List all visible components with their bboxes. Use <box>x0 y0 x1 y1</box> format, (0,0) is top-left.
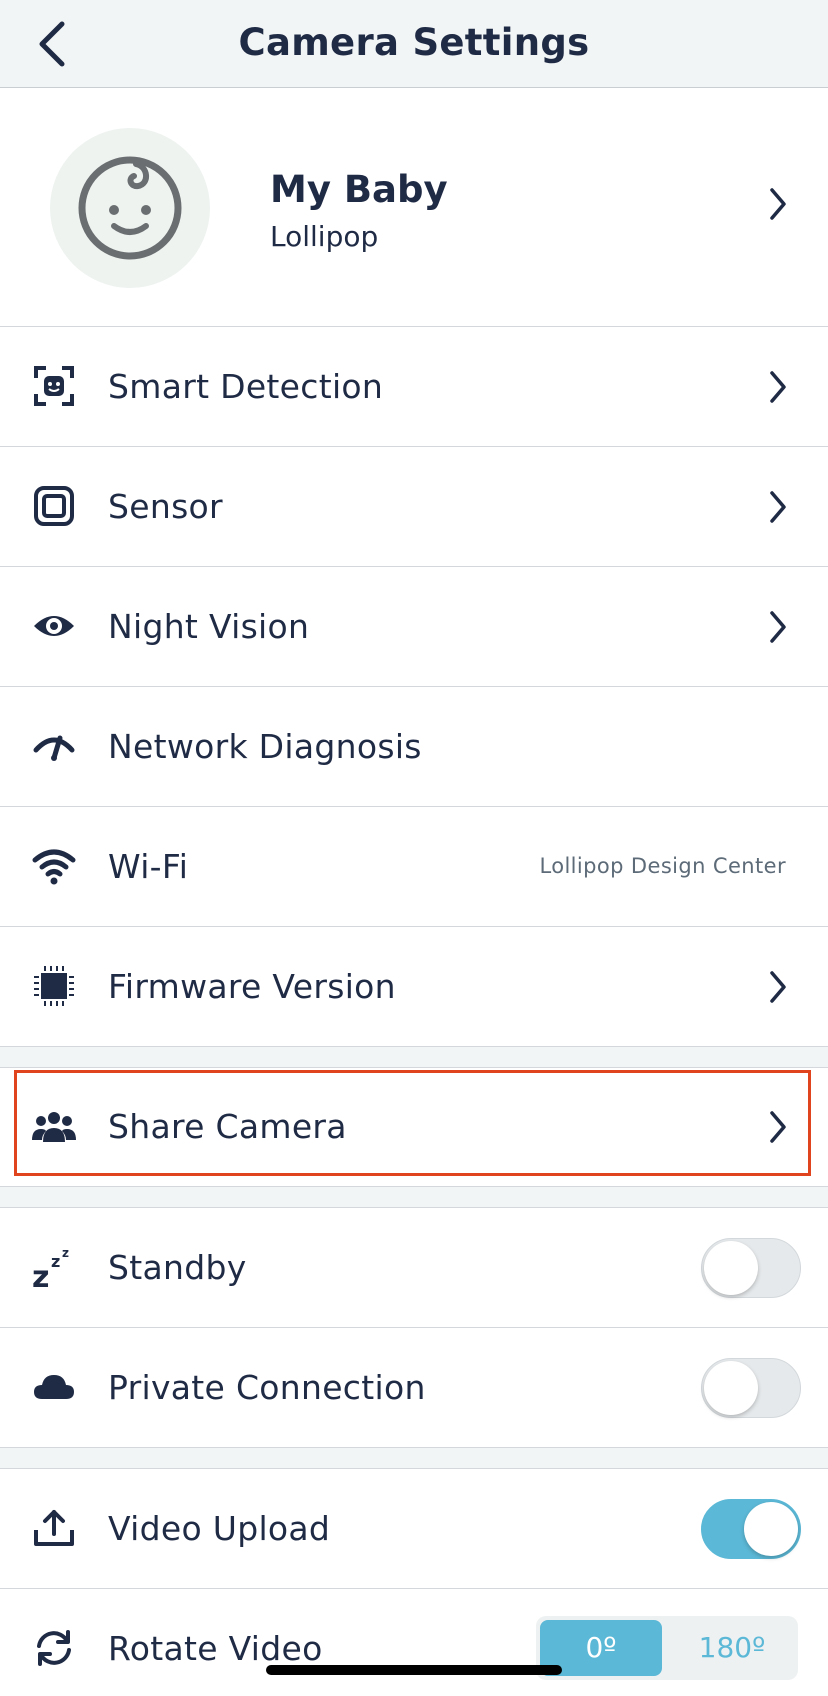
section-gap <box>0 1046 828 1068</box>
nav-header: Camera Settings <box>0 0 828 88</box>
row-private-connection: Private Connection <box>0 1328 828 1447</box>
chevron-right-icon <box>770 188 786 220</box>
avatar <box>50 128 210 288</box>
upload-icon <box>32 1506 76 1550</box>
row-label: Standby <box>108 1248 247 1287</box>
face-scan-icon <box>32 364 76 408</box>
chevron-right-icon <box>770 971 786 1003</box>
rotate-icon <box>32 1626 76 1670</box>
row-rotate-video: Rotate Video 0º 180º <box>0 1589 828 1696</box>
toggle-knob <box>704 1361 758 1415</box>
speed-gauge-icon <box>32 724 76 768</box>
row-standby: z z z Standby <box>0 1208 828 1327</box>
cloud-icon <box>32 1365 76 1409</box>
row-sensor[interactable]: Sensor <box>0 447 828 566</box>
svg-text:z: z <box>62 1246 69 1260</box>
chevron-right-icon <box>770 1111 786 1143</box>
section-gap <box>0 1447 828 1469</box>
row-firmware-version[interactable]: Firmware Version <box>0 927 828 1046</box>
zzz-icon: z z z <box>32 1245 76 1289</box>
baby-face-icon <box>78 156 182 260</box>
chevron-right-icon <box>770 371 786 403</box>
row-video-upload: Video Upload <box>0 1469 828 1588</box>
row-label: Night Vision <box>108 607 310 646</box>
row-label: Video Upload <box>108 1509 331 1548</box>
row-label: Smart Detection <box>108 367 384 406</box>
back-button[interactable] <box>30 18 80 70</box>
row-share-camera[interactable]: Share Camera <box>0 1068 828 1186</box>
camera-profile[interactable]: My Baby Lollipop <box>0 88 828 327</box>
chevron-right-icon <box>770 491 786 523</box>
page-title: Camera Settings <box>238 21 590 64</box>
video-upload-toggle[interactable] <box>701 1499 801 1559</box>
camera-name: My Baby <box>270 168 448 211</box>
row-label: Firmware Version <box>108 967 396 1006</box>
camera-location: Lollipop <box>270 220 379 253</box>
people-icon <box>32 1104 76 1148</box>
row-network-diagnosis[interactable]: Network Diagnosis <box>0 687 828 806</box>
row-smart-detection[interactable]: Smart Detection <box>0 327 828 446</box>
wifi-network-name: Lollipop Design Center <box>539 854 786 878</box>
camera-settings-screen: Camera Settings My Baby Lollipop Smart D… <box>0 0 828 1696</box>
standby-toggle[interactable] <box>701 1238 801 1298</box>
row-label: Sensor <box>108 487 223 526</box>
svg-text:z: z <box>32 1260 49 1289</box>
svg-text:z: z <box>51 1252 60 1271</box>
row-label: Share Camera <box>108 1107 347 1146</box>
chevron-left-icon <box>39 21 65 67</box>
home-indicator <box>266 1665 562 1675</box>
toggle-knob <box>744 1502 798 1556</box>
row-label: Wi-Fi <box>108 847 189 886</box>
private-connection-toggle[interactable] <box>701 1358 801 1418</box>
row-label: Rotate Video <box>108 1629 323 1668</box>
row-wifi[interactable]: Wi-Fi Lollipop Design Center <box>0 807 828 926</box>
sensor-square-icon <box>32 484 76 528</box>
chip-icon <box>32 964 76 1008</box>
row-label: Private Connection <box>108 1368 426 1407</box>
toggle-knob <box>704 1241 758 1295</box>
wifi-icon <box>32 844 76 888</box>
row-night-vision[interactable]: Night Vision <box>0 567 828 686</box>
section-gap <box>0 1186 828 1208</box>
rotation-option-180[interactable]: 180º <box>670 1620 794 1676</box>
row-label: Network Diagnosis <box>108 727 422 766</box>
eye-icon <box>32 604 76 648</box>
rotation-segmented-control: 0º 180º <box>536 1616 798 1680</box>
chevron-right-icon <box>770 611 786 643</box>
